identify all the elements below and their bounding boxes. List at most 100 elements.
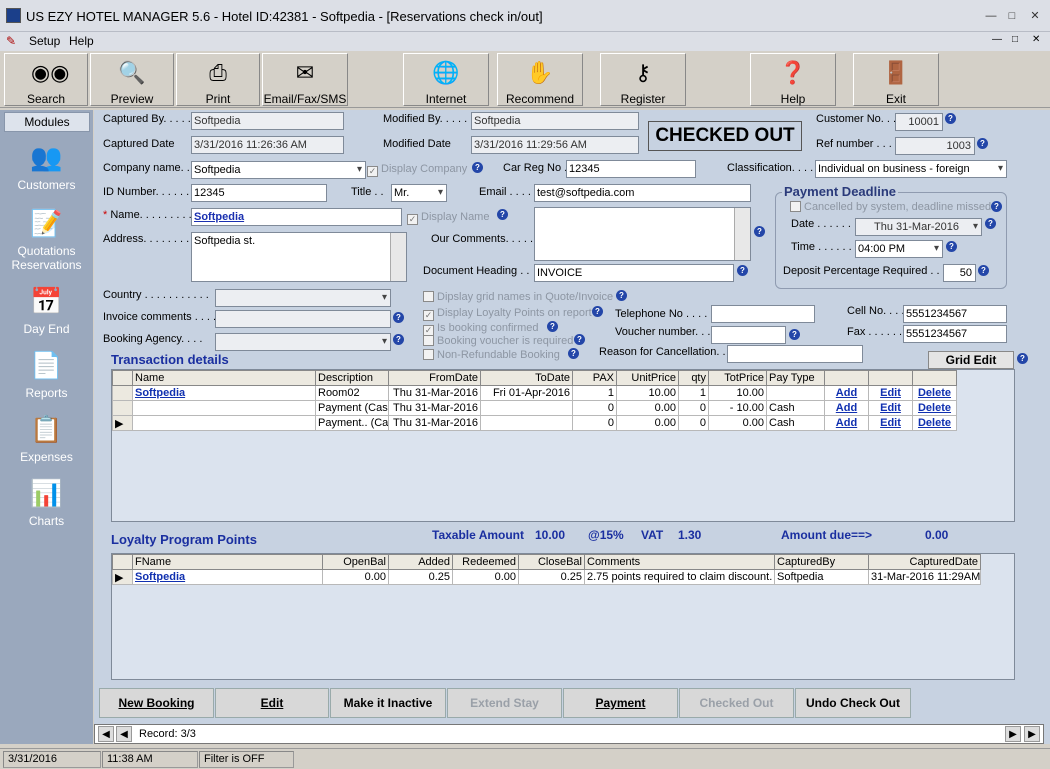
address-scrollbar[interactable] <box>390 233 406 281</box>
recommend-button[interactable]: ✋ Recommend <box>497 53 583 106</box>
comments-scrollbar[interactable] <box>734 208 750 260</box>
reason-cancellation-field[interactable] <box>727 345 863 363</box>
loyalty-points-checkbox[interactable]: ✓ Display Loyalty Points on report <box>423 307 592 321</box>
print-button[interactable]: ⎙ Print <box>176 53 260 106</box>
grid-link[interactable] <box>132 415 316 431</box>
invoice-comments-field[interactable] <box>215 310 391 328</box>
column-header[interactable]: Name <box>132 370 316 386</box>
help-icon[interactable]: ? <box>1017 353 1028 364</box>
child-minimize-button[interactable]: — <box>992 34 1002 45</box>
row-selector[interactable] <box>112 400 133 416</box>
telephone-field[interactable] <box>711 305 815 323</box>
ref-number-field[interactable]: 1003 <box>895 137 975 155</box>
previous-record-button[interactable]: ◀ <box>116 726 132 742</box>
help-icon[interactable]: ? <box>616 290 627 301</box>
first-record-button[interactable]: ◀ <box>98 726 114 742</box>
child-restore-button[interactable]: □ <box>1012 34 1018 45</box>
classification-select[interactable]: Individual on business - foreign <box>815 160 1007 178</box>
search-button[interactable]: ◉◉ Search <box>4 53 88 106</box>
menu-setup[interactable]: Setup <box>29 34 60 48</box>
help-icon[interactable]: ? <box>789 329 800 340</box>
row-selector[interactable]: ▶ <box>112 569 133 585</box>
table-row[interactable]: Softpedia Room02 Thu 31-Mar-2016 Fri 01-Apr… <box>112 385 957 401</box>
exit-button[interactable]: 🚪 Exit <box>853 53 939 106</box>
grid-link[interactable]: Edit <box>868 415 913 431</box>
fax-field[interactable]: 5551234567 <box>903 325 1007 343</box>
help-icon[interactable]: ? <box>977 138 988 149</box>
grid-link[interactable]: Softpedia <box>132 569 323 585</box>
column-header[interactable]: OpenBal <box>322 554 389 570</box>
column-header[interactable]: Added <box>388 554 453 570</box>
child-close-button[interactable]: ✕ <box>1032 34 1040 45</box>
grid-link[interactable]: Delete <box>912 400 957 416</box>
help-icon[interactable]: ? <box>472 162 483 173</box>
display-company-checkbox[interactable]: ✓ Display Company <box>367 163 467 177</box>
our-comments-field[interactable] <box>534 207 751 261</box>
voucher-number-field[interactable] <box>711 326 786 344</box>
modified-date-field[interactable]: 3/31/2016 11:29:56 AM <box>471 136 639 154</box>
column-header[interactable] <box>824 370 869 386</box>
help-button[interactable]: ❓ Help <box>750 53 836 106</box>
new-booking-button[interactable]: New Booking <box>99 688 214 718</box>
row-selector[interactable] <box>112 385 133 401</box>
column-header[interactable]: CapturedBy <box>774 554 869 570</box>
next-record-button[interactable]: ▶ <box>1005 726 1021 742</box>
help-icon[interactable]: ? <box>737 265 748 276</box>
column-header[interactable]: PAX <box>572 370 617 386</box>
title-select[interactable]: Mr. <box>391 184 447 202</box>
help-icon[interactable]: ? <box>592 306 603 317</box>
grid-names-checkbox[interactable]: Dipslay grid names in Quote/Invoice <box>423 291 613 303</box>
captured-by-field[interactable]: Softpedia <box>191 112 344 130</box>
column-header[interactable]: qty <box>678 370 709 386</box>
country-select[interactable] <box>215 289 391 307</box>
column-header[interactable]: Redeemed <box>452 554 519 570</box>
column-header[interactable]: CapturedDate <box>868 554 981 570</box>
deadline-time-picker[interactable]: 04:00 PM <box>855 240 943 258</box>
grid-edit-button[interactable]: Grid Edit <box>928 351 1014 369</box>
column-header[interactable] <box>912 370 957 386</box>
grid-link[interactable]: Add <box>824 400 869 416</box>
column-header[interactable]: Pay Type <box>766 370 825 386</box>
help-icon[interactable]: ? <box>568 348 579 359</box>
payment-button[interactable]: Payment <box>563 688 678 718</box>
column-header[interactable]: ToDate <box>480 370 573 386</box>
module-charts[interactable]: 📊 Charts <box>0 476 93 528</box>
help-icon[interactable]: ? <box>393 334 404 345</box>
grid-link[interactable]: Edit <box>868 385 913 401</box>
help-icon[interactable]: ? <box>946 241 957 252</box>
deadline-date-picker[interactable]: Thu 31-Mar-2016 <box>855 218 982 236</box>
id-number-field[interactable]: 12345 <box>191 184 327 202</box>
maximize-button[interactable]: □ <box>1003 8 1021 24</box>
checked-out-button[interactable]: Checked Out <box>679 688 794 718</box>
internet-button[interactable]: 🌐 Internet <box>403 53 489 106</box>
voucher-required-checkbox[interactable]: Booking voucher is required <box>423 335 573 347</box>
module-reports[interactable]: 📄 Reports <box>0 348 93 400</box>
cell-no-field[interactable]: 5551234567 <box>903 305 1007 323</box>
column-header[interactable] <box>868 370 913 386</box>
help-icon[interactable]: ? <box>978 265 989 276</box>
display-name-checkbox[interactable]: ✓ Display Name <box>407 211 489 225</box>
module-day-end[interactable]: 📅 Day End <box>0 284 93 336</box>
column-header[interactable]: TotPrice <box>708 370 767 386</box>
cancelled-checkbox[interactable]: Cancelled by system, deadline missed <box>790 201 991 213</box>
help-icon[interactable]: ? <box>754 226 765 237</box>
address-field[interactable]: Softpedia st. <box>191 232 407 282</box>
help-icon[interactable]: ? <box>985 218 996 229</box>
column-header[interactable]: Comments <box>584 554 775 570</box>
row-selector[interactable]: ▶ <box>112 415 133 431</box>
email-field[interactable]: test@softpedia.com <box>534 184 751 202</box>
help-icon[interactable]: ? <box>547 321 558 332</box>
menu-help[interactable]: Help <box>69 34 94 48</box>
help-icon[interactable]: ? <box>393 312 404 323</box>
grid-link[interactable]: Delete <box>912 385 957 401</box>
column-header[interactable]: UnitPrice <box>616 370 679 386</box>
captured-date-field[interactable]: 3/31/2016 11:26:36 AM <box>191 136 344 154</box>
edit-button[interactable]: Edit <box>215 688 329 718</box>
make-inactive-button[interactable]: Make it Inactive <box>330 688 446 718</box>
help-icon[interactable]: ? <box>991 201 1002 212</box>
table-row[interactable]: ▶ Payment.. (Cas Thu 31-Mar-2016 0 0.00 0 0.00… <box>112 415 957 431</box>
modified-by-field[interactable]: Softpedia <box>471 112 639 130</box>
car-reg-field[interactable]: 12345 <box>566 160 696 178</box>
column-header[interactable]: Description <box>315 370 389 386</box>
extend-stay-button[interactable]: Extend Stay <box>447 688 562 718</box>
